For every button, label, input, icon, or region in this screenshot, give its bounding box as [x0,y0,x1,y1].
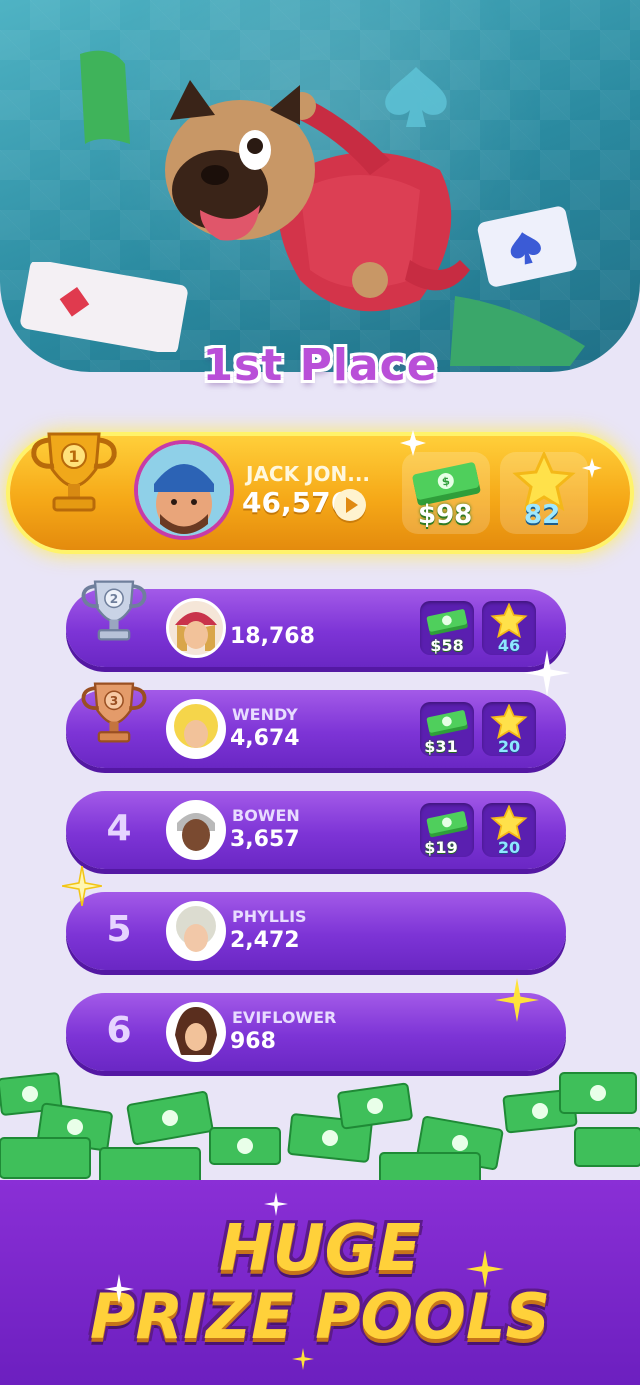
money-bill-icon [80,50,130,144]
svg-text:1: 1 [68,447,79,466]
hero-banner [0,0,640,372]
leaderboard-row-5[interactable] [66,892,566,970]
avatar[interactable] [166,800,226,860]
rank-number: 4 [106,808,132,849]
leaderboard-row-6[interactable] [66,993,566,1071]
player-score: 18,768 [230,624,315,649]
gold-trophy-icon: 1 [31,432,117,512]
money-pile-illustration [0,1072,640,1188]
svg-text:3: 3 [110,694,118,708]
player-portrait [169,601,223,655]
player-score: 4,674 [230,726,300,751]
avatar[interactable] [134,440,234,540]
sparkle-icon [495,978,539,1022]
player-name: WENDY [232,705,298,724]
place-title: 1st Place [202,340,438,391]
player-name: PHYLLIS [232,907,307,926]
cash-stack-icon [426,811,468,838]
player-portrait [169,803,223,857]
cash-stack-icon: $ [412,462,481,506]
avatar[interactable] [166,598,226,658]
sparkle-icon [524,650,570,696]
player-name: EVIFLOWER [232,1008,337,1027]
sparkle-icon [292,1348,314,1370]
player-portrait [138,444,230,536]
avatar[interactable] [166,1002,226,1062]
star-icon [490,805,528,841]
sparkle-icon [104,1274,134,1304]
sparkle-icon [582,458,602,478]
slogan-line-2: PRIZE POOLS [89,1280,551,1353]
cash-stack-icon [426,609,468,636]
star-reward-value: 20 [497,838,521,857]
play-icon[interactable] [334,489,366,521]
silver-trophy-icon: 2 [81,580,147,641]
player-score: 3,657 [230,827,300,852]
cash-reward-value: $31 [424,737,458,756]
cash-stack-icon [426,710,468,737]
sparkle-icon [466,1250,504,1288]
player-name: BOWEN [232,806,300,825]
cash-reward-value: $19 [424,838,458,857]
sparkle-icon [62,866,102,906]
pug-mascot [165,80,470,312]
sparkle-icon [264,1192,288,1216]
avatar[interactable] [166,699,226,759]
player-name: JACK JON... [246,462,371,486]
star-reward-value: 20 [497,737,521,756]
rank-number: 6 [106,1010,132,1051]
sparkle-icon [400,430,426,456]
player-score: 968 [230,1029,276,1054]
svg-text:2: 2 [110,592,118,606]
rank-number: 5 [106,909,132,950]
bronze-trophy-icon: 3 [81,682,147,743]
avatar[interactable] [166,901,226,961]
star-icon [490,704,528,740]
cash-reward-value: $98 [418,500,473,530]
player-portrait [169,1005,223,1059]
player-portrait [169,702,223,756]
star-icon [490,603,528,639]
star-reward-value: 82 [524,500,561,530]
player-portrait [169,904,223,958]
player-score: 2,472 [230,928,300,953]
cash-reward-value: $58 [430,636,464,655]
slogan-line-1: HUGE [219,1212,421,1286]
